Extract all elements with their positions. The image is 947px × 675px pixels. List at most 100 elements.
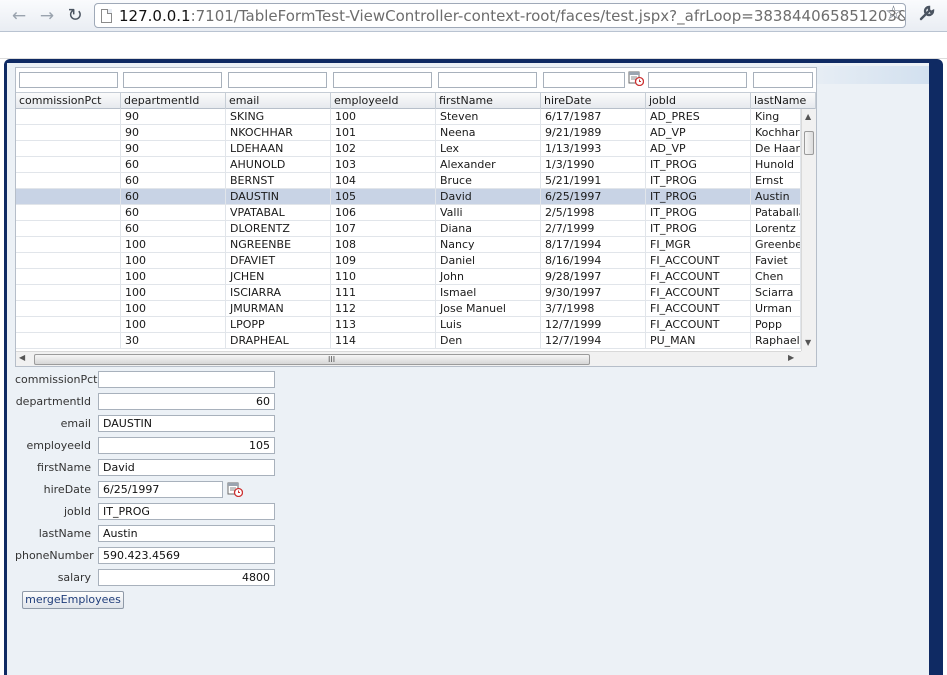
form-label-phoneNumber: phoneNumber — [15, 549, 94, 562]
table-row[interactable]: 90 LDEHAAN 102 Lex 1/13/1993 AD_VP De Haan — [16, 141, 801, 157]
back-arrow-icon[interactable]: ← — [8, 5, 30, 27]
column-header[interactable]: hireDate — [541, 93, 646, 109]
filter-input-hireDate[interactable] — [543, 72, 625, 88]
filter-input-commissionPct[interactable] — [19, 72, 118, 88]
table-cell-email: JCHEN — [226, 269, 331, 284]
filter-input-employeeId[interactable] — [333, 72, 432, 88]
table-cell-lastName: Sciarra — [751, 285, 801, 300]
table-row[interactable]: 60 DAUSTIN 105 David 6/25/1997 IT_PROG Austin — [16, 189, 801, 205]
table-cell-commissionPct — [16, 189, 121, 204]
form-input-lastName[interactable]: Austin — [98, 525, 275, 542]
forward-arrow-icon[interactable]: → — [36, 5, 58, 27]
table-cell-email: DLORENTZ — [226, 221, 331, 236]
table-cell-departmentId: 90 — [121, 141, 226, 156]
filter-input-departmentId[interactable] — [123, 72, 222, 88]
table-cell-employeeId: 114 — [331, 333, 436, 348]
table-row[interactable]: 100 ISCIARRA 111 Ismael 9/30/1997 FI_ACCOUNT S… — [16, 285, 801, 301]
filter-input-email[interactable] — [228, 72, 327, 88]
table-cell-commissionPct — [16, 109, 121, 124]
form-input-jobId[interactable]: IT_PROG — [98, 503, 275, 520]
table-cell-employeeId: 104 — [331, 173, 436, 188]
table-cell-jobId: FI_MGR — [646, 237, 751, 252]
horizontal-scroll-thumb[interactable]: III — [34, 354, 590, 365]
table-row[interactable]: 100 DFAVIET 109 Daniel 8/16/1994 FI_ACCOUNT Fa… — [16, 253, 801, 269]
filter-input-lastName[interactable] — [753, 72, 813, 88]
table-cell-employeeId: 113 — [331, 317, 436, 332]
column-header[interactable]: jobId — [646, 93, 751, 109]
form-input-salary[interactable]: 4800 — [98, 569, 275, 586]
table-row[interactable]: 60 BERNST 104 Bruce 5/21/1991 IT_PROG Ernst — [16, 173, 801, 189]
form-input-email[interactable]: DAUSTIN — [98, 415, 275, 432]
table-cell-email: ISCIARRA — [226, 285, 331, 300]
wrench-icon[interactable] — [916, 4, 938, 26]
form-input-firstName[interactable]: David — [98, 459, 275, 476]
table-cell-email: DAUSTIN — [226, 189, 331, 204]
table-cell-commissionPct — [16, 285, 121, 300]
horizontal-scrollbar[interactable]: ◀ III ▶ — [16, 351, 801, 366]
table-cell-hireDate: 6/17/1987 — [541, 109, 646, 124]
form-label-lastName: lastName — [38, 527, 91, 540]
vertical-scrollbar[interactable]: ▲ ▼ — [801, 109, 816, 351]
table-cell-jobId: AD_PRES — [646, 109, 751, 124]
table-row[interactable]: 30DRAPHEAL114Den12/7/1994PU_MANRaphaely — [16, 333, 801, 349]
reload-icon[interactable]: ↻ — [64, 5, 86, 27]
table-row[interactable]: 100 NGREENBE 108 Nancy 8/17/1994 FI_MGR Greenb… — [16, 237, 801, 253]
table-cell-departmentId: 30 — [121, 333, 226, 348]
bookmark-star-icon[interactable]: ☆ — [885, 2, 902, 24]
scroll-up-arrow-icon[interactable]: ▲ — [805, 112, 811, 121]
table-cell-lastName: Pataballa — [751, 205, 801, 220]
table-cell-employeeId: 109 — [331, 253, 436, 268]
table-row[interactable]: 100 JCHEN 110 John 9/28/1997 FI_ACCOUNT Chen — [16, 269, 801, 285]
table-row[interactable]: 60 VPATABAL 106 Valli 2/5/1998 IT_PROG Patabal… — [16, 205, 801, 221]
table-cell-jobId: IT_PROG — [646, 173, 751, 188]
url-text: 127.0.0.1:7101/TableFormTest-ViewControl… — [119, 6, 905, 26]
column-header[interactable]: departmentId — [121, 93, 226, 109]
table-cell-hireDate: 2/5/1998 — [541, 205, 646, 220]
column-header[interactable]: lastName — [751, 93, 816, 109]
table-cell-firstName: Diana — [436, 221, 541, 236]
table-cell-firstName: Alexander — [436, 157, 541, 172]
table-cell-departmentId: 60 — [121, 205, 226, 220]
column-header[interactable]: employeeId — [331, 93, 436, 109]
address-bar[interactable]: 127.0.0.1:7101/TableFormTest-ViewControl… — [94, 3, 906, 28]
column-header[interactable]: firstName — [436, 93, 541, 109]
table-cell-jobId: IT_PROG — [646, 157, 751, 172]
merge-employees-button[interactable]: mergeEmployees — [22, 591, 124, 609]
table-cell-email: SKING — [226, 109, 331, 124]
table-cell-commissionPct — [16, 237, 121, 252]
table-cell-departmentId: 60 — [121, 189, 226, 204]
table-cell-departmentId: 100 — [121, 269, 226, 284]
table-cell-employeeId: 111 — [331, 285, 436, 300]
table-cell-jobId: IT_PROG — [646, 221, 751, 236]
table-cell-departmentId: 60 — [121, 221, 226, 236]
table-cell-employeeId: 105 — [331, 189, 436, 204]
calendar-icon[interactable] — [628, 70, 645, 87]
table-row[interactable]: 90 NKOCHHAR 101 Neena 9/21/1989 AD_VP Kochhar — [16, 125, 801, 141]
column-header[interactable]: email — [226, 93, 331, 109]
table-cell-lastName: De Haan — [751, 141, 801, 156]
table-row[interactable]: 60 DLORENTZ 107 Diana 2/7/1999 IT_PROG Lorentz — [16, 221, 801, 237]
vertical-scroll-thumb[interactable] — [804, 131, 814, 155]
filter-input-firstName[interactable] — [438, 72, 537, 88]
table-row[interactable]: 60 AHUNOLD 103 Alexander 1/3/1990 IT_PROG Huno… — [16, 157, 801, 173]
column-header[interactable]: commissionPct — [16, 93, 121, 109]
filter-input-jobId[interactable] — [648, 72, 747, 88]
form-input-departmentId[interactable]: 60 — [98, 393, 275, 410]
scroll-right-arrow-icon[interactable]: ▶ — [788, 353, 794, 362]
scroll-left-arrow-icon[interactable]: ◀ — [19, 353, 25, 362]
table-cell-departmentId: 100 — [121, 301, 226, 316]
table-cell-jobId: IT_PROG — [646, 205, 751, 220]
table-row[interactable]: 100 LPOPP 113 Luis 12/7/1999 FI_ACCOUNT Popp — [16, 317, 801, 333]
form-input-hireDate[interactable]: 6/25/1997 — [98, 481, 223, 498]
scroll-down-arrow-icon[interactable]: ▼ — [805, 338, 811, 347]
form-label-hireDate: hireDate — [43, 483, 91, 496]
calendar-icon[interactable] — [227, 481, 244, 500]
table-cell-employeeId: 108 — [331, 237, 436, 252]
url-host: 127.0.0.1 — [119, 7, 191, 25]
table-row[interactable]: 100 JMURMAN 112 Jose Manuel 3/7/1998 FI_ACCOU… — [16, 301, 801, 317]
table-cell-commissionPct — [16, 253, 121, 268]
form-input-commissionPct[interactable] — [98, 371, 275, 388]
form-input-employeeId[interactable]: 105 — [98, 437, 275, 454]
form-input-phoneNumber[interactable]: 590.423.4569 — [98, 547, 275, 564]
table-row[interactable]: 90 SKING 100 Steven 6/17/1987 AD_PRES King — [16, 109, 801, 125]
